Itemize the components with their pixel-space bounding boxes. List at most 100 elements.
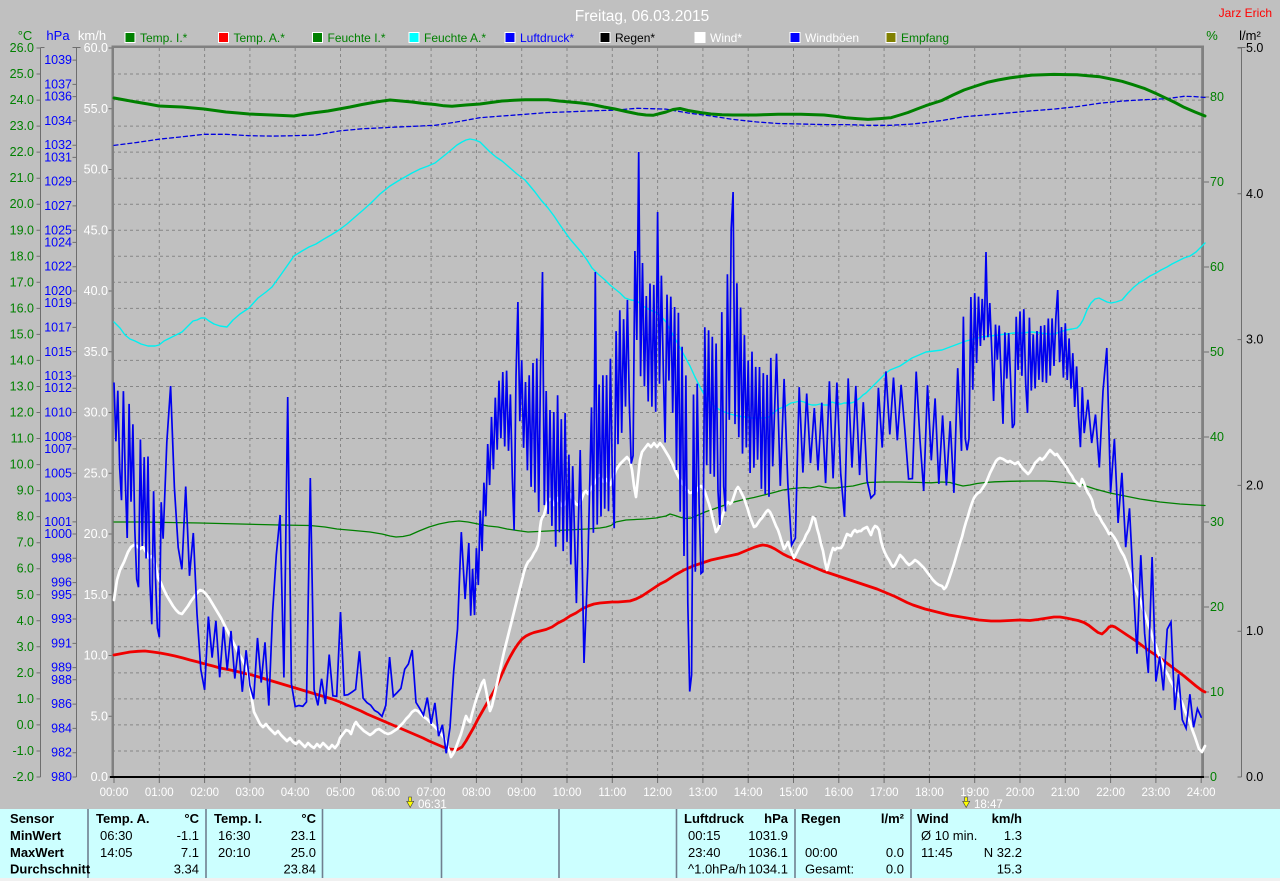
svg-text:02:00: 02:00 xyxy=(190,787,219,799)
svg-text:10:00: 10:00 xyxy=(553,787,582,799)
svg-text:26.0: 26.0 xyxy=(10,41,34,55)
svg-text:980: 980 xyxy=(51,770,72,784)
svg-text:1039: 1039 xyxy=(44,53,72,67)
svg-text:°C: °C xyxy=(301,811,316,826)
svg-text:4.0: 4.0 xyxy=(17,614,34,628)
svg-text:Windböen: Windböen xyxy=(805,31,859,45)
svg-text:Empfang: Empfang xyxy=(901,31,949,45)
svg-text:986: 986 xyxy=(51,697,72,711)
svg-text:19.0: 19.0 xyxy=(10,223,34,237)
svg-text:12:00: 12:00 xyxy=(643,787,672,799)
svg-text:22:00: 22:00 xyxy=(1096,787,1125,799)
svg-text:-2.0: -2.0 xyxy=(12,770,34,784)
svg-text:995: 995 xyxy=(51,588,72,602)
svg-text:08:00: 08:00 xyxy=(462,787,491,799)
svg-text:°C: °C xyxy=(184,811,199,826)
svg-text:20.0: 20.0 xyxy=(10,197,34,211)
svg-text:%: % xyxy=(1206,28,1218,43)
svg-text:8.0: 8.0 xyxy=(17,510,34,524)
svg-text:3.34: 3.34 xyxy=(174,862,199,877)
svg-text:1000: 1000 xyxy=(44,527,72,541)
svg-text:9.0: 9.0 xyxy=(17,484,34,498)
svg-text:40: 40 xyxy=(1210,430,1224,444)
svg-text:35.0: 35.0 xyxy=(84,345,108,359)
svg-text:14:00: 14:00 xyxy=(734,787,763,799)
svg-text:15.0: 15.0 xyxy=(10,327,34,341)
svg-text:11:00: 11:00 xyxy=(598,787,626,799)
svg-text:MaxWert: MaxWert xyxy=(10,845,65,860)
svg-text:04:00: 04:00 xyxy=(281,787,310,799)
svg-text:20: 20 xyxy=(1210,600,1224,614)
svg-text:23.1: 23.1 xyxy=(291,828,316,843)
svg-text:Luftdruck*: Luftdruck* xyxy=(520,31,574,45)
svg-text:1019: 1019 xyxy=(44,296,72,310)
svg-text:15.3: 15.3 xyxy=(997,862,1022,877)
svg-text:21.0: 21.0 xyxy=(10,171,34,185)
svg-text:50: 50 xyxy=(1210,345,1224,359)
svg-text:16.0: 16.0 xyxy=(10,301,34,315)
svg-text:24:00: 24:00 xyxy=(1187,787,1216,799)
svg-text:Gesamt:: Gesamt: xyxy=(805,862,854,877)
svg-text:7.1: 7.1 xyxy=(181,845,199,860)
svg-text:7.0: 7.0 xyxy=(17,536,34,550)
svg-text:Temp. A.: Temp. A. xyxy=(96,811,149,826)
svg-text:14:05: 14:05 xyxy=(100,845,133,860)
svg-text:06:30: 06:30 xyxy=(100,828,133,843)
svg-text:1034: 1034 xyxy=(44,114,72,128)
svg-text:1.0: 1.0 xyxy=(1246,624,1263,638)
svg-text:13.0: 13.0 xyxy=(10,379,34,393)
svg-text:2.0: 2.0 xyxy=(1246,478,1263,492)
svg-text:11:45: 11:45 xyxy=(921,845,953,860)
svg-text:25.0: 25.0 xyxy=(291,845,316,860)
svg-text:00:00: 00:00 xyxy=(100,787,129,799)
svg-text:1024: 1024 xyxy=(44,235,72,249)
svg-text:5.0: 5.0 xyxy=(1246,41,1263,55)
svg-text:10.0: 10.0 xyxy=(10,458,34,472)
svg-text:30: 30 xyxy=(1210,515,1224,529)
svg-text:1031.9: 1031.9 xyxy=(748,828,788,843)
svg-text:Luftdruck: Luftdruck xyxy=(684,811,745,826)
svg-text:25.0: 25.0 xyxy=(10,67,34,81)
svg-text:00:00: 00:00 xyxy=(805,845,838,860)
svg-text:1036.1: 1036.1 xyxy=(748,845,788,860)
svg-text:1.3: 1.3 xyxy=(1004,828,1022,843)
svg-text:1005: 1005 xyxy=(44,466,72,480)
svg-text:5.0: 5.0 xyxy=(91,709,108,723)
svg-text:^1.0hPa/h: ^1.0hPa/h xyxy=(688,862,746,877)
svg-text:1022: 1022 xyxy=(44,260,72,274)
svg-text:988: 988 xyxy=(51,673,72,687)
svg-text:23:40: 23:40 xyxy=(688,845,721,860)
svg-text:17:00: 17:00 xyxy=(870,787,899,799)
svg-text:07:00: 07:00 xyxy=(417,787,446,799)
svg-text:23.0: 23.0 xyxy=(10,119,34,133)
svg-text:Regen*: Regen* xyxy=(615,31,655,45)
svg-text:03:00: 03:00 xyxy=(236,787,265,799)
svg-text:45.0: 45.0 xyxy=(84,223,108,237)
svg-text:10: 10 xyxy=(1210,685,1224,699)
svg-text:13:00: 13:00 xyxy=(689,787,718,799)
svg-text:21:00: 21:00 xyxy=(1051,787,1080,799)
svg-text:14.0: 14.0 xyxy=(10,353,34,367)
svg-text:984: 984 xyxy=(51,721,72,735)
svg-text:Ø 10 min.: Ø 10 min. xyxy=(921,828,977,843)
svg-text:1007: 1007 xyxy=(44,442,72,456)
svg-text:2.0: 2.0 xyxy=(17,666,34,680)
svg-text:l/m²: l/m² xyxy=(881,811,905,826)
svg-text:12.0: 12.0 xyxy=(10,406,34,420)
svg-text:09:00: 09:00 xyxy=(507,787,536,799)
svg-text:Durchschnitt: Durchschnitt xyxy=(10,862,91,877)
svg-text:06:00: 06:00 xyxy=(371,787,400,799)
svg-text:km/h: km/h xyxy=(992,811,1022,826)
svg-text:5.0: 5.0 xyxy=(17,588,34,602)
svg-text:hPa: hPa xyxy=(764,811,789,826)
svg-text:23:00: 23:00 xyxy=(1142,787,1171,799)
svg-text:50.0: 50.0 xyxy=(84,163,108,177)
svg-text:Wind*: Wind* xyxy=(710,31,742,45)
svg-text:15.0: 15.0 xyxy=(84,588,108,602)
svg-text:1029: 1029 xyxy=(44,175,72,189)
svg-text:1034.1: 1034.1 xyxy=(748,862,788,877)
svg-text:Wind: Wind xyxy=(917,811,949,826)
svg-text:20:00: 20:00 xyxy=(1006,787,1035,799)
svg-text:Temp. I.: Temp. I. xyxy=(214,811,262,826)
svg-text:1.0: 1.0 xyxy=(17,692,34,706)
